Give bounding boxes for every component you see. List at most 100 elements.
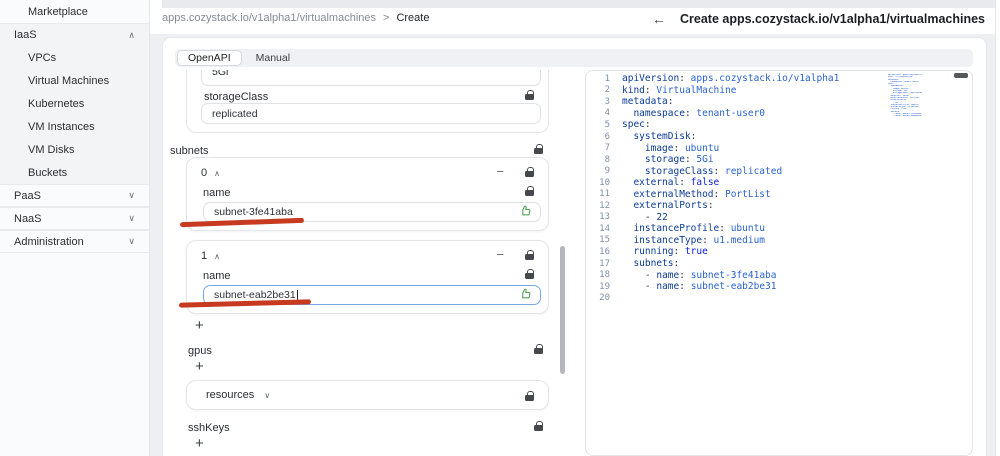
breadcrumb-current[interactable]: Create	[396, 12, 429, 24]
remove-item-button[interactable]: −	[496, 247, 504, 262]
sidebar-group-naas: NaaS∨	[0, 207, 149, 230]
code-line[interactable]: 8 storage: 5Gi	[586, 154, 972, 166]
lock-icon[interactable]	[525, 90, 534, 100]
storage-input[interactable]	[201, 70, 541, 86]
line-number: 20	[586, 293, 610, 303]
lock-icon[interactable]	[525, 269, 534, 279]
form-scrollbar[interactable]	[560, 70, 565, 456]
subnet-1-name-label: name	[203, 270, 231, 282]
code-line[interactable]: 16 running: true	[586, 246, 972, 258]
sidebar-group-iaas: IaaS∧VPCsVirtual MachinesKubernetesVM In…	[0, 23, 149, 184]
sidebar-section-paas[interactable]: PaaS ∨	[0, 184, 149, 207]
code-line[interactable]: 20	[586, 292, 972, 304]
line-number: 14	[586, 224, 610, 234]
code-text: spec:	[622, 119, 651, 130]
line-number: 4	[586, 108, 610, 118]
tab-openapi[interactable]: OpenAPI	[177, 50, 242, 66]
sidebar-item-kubernetes[interactable]: Kubernetes	[0, 92, 149, 115]
code-line[interactable]: 17 subnets:	[586, 258, 972, 270]
minimap-line: - name: subnet-eab2be31	[888, 115, 922, 117]
code-text: - name: subnet-eab2be31	[622, 281, 776, 292]
form-scrollbar-thumb[interactable]	[560, 246, 565, 374]
storage-class-label: storageClass	[204, 91, 268, 103]
editor-minimap[interactable]: apiVersion: apps.cozystack.io/v1alpha1ki…	[888, 74, 922, 120]
page-title: Create apps.cozystack.io/v1alpha1/virtua…	[680, 12, 985, 26]
code-line[interactable]: 10 external: false	[586, 177, 972, 189]
resources-card[interactable]: resources ∨	[186, 380, 549, 410]
resources-label[interactable]: resources ∨	[206, 389, 270, 401]
code-line[interactable]: 15 instanceType: u1.medium	[586, 235, 972, 247]
line-number: 9	[586, 166, 610, 176]
subnets-label: subnets	[170, 145, 209, 157]
app-window: MarketplaceIaaS∧VPCsVirtual MachinesKube…	[0, 0, 1000, 456]
chevron-up-icon: ∧	[128, 30, 135, 41]
sidebar-item-buckets[interactable]: Buckets	[0, 161, 149, 184]
lock-icon[interactable]	[534, 144, 543, 154]
lock-icon[interactable]	[525, 250, 534, 260]
breadcrumb-root[interactable]: apps.cozystack.io/v1alpha1/virtualmachin…	[162, 12, 376, 24]
code-text: metadata:	[622, 96, 674, 107]
collapse-icon[interactable]: ∧	[214, 252, 220, 261]
collapse-icon[interactable]: ∧	[214, 169, 220, 178]
code-text: namespace: tenant-user0	[622, 108, 765, 119]
sidebar-section-naas[interactable]: NaaS∨	[0, 207, 149, 230]
tab-strip: OpenAPI Manual	[175, 49, 973, 67]
sidebar-item-vm-instances[interactable]: VM Instances	[0, 115, 149, 138]
code-line[interactable]: 12 externalPorts:	[586, 200, 972, 212]
code-line[interactable]: 7 image: ubuntu	[586, 142, 972, 154]
line-number: 2	[586, 85, 610, 95]
code-text: apiVersion: apps.cozystack.io/v1alpha1	[622, 73, 839, 84]
gpus-label: gpus	[188, 345, 212, 357]
lock-icon[interactable]	[534, 421, 543, 431]
sidebar-item-vpcs[interactable]: VPCs	[0, 46, 149, 69]
chevron-down-icon[interactable]: ∨	[264, 391, 270, 400]
code-text: instanceProfile: ubuntu	[622, 223, 765, 234]
code-text: running: true	[622, 246, 708, 257]
yaml-editor[interactable]: 1apiVersion: apps.cozystack.io/v1alpha12…	[585, 70, 973, 456]
sidebar-item-marketplace[interactable]: Marketplace	[0, 0, 149, 23]
code-line[interactable]: 6 systemDisk:	[586, 131, 972, 143]
page-scrollbar[interactable]	[995, 0, 1000, 456]
sidebar-group-administration: Administration∨	[0, 230, 149, 253]
sidebar-item-virtual-machines[interactable]: Virtual Machines	[0, 69, 149, 92]
storage-class-input[interactable]	[201, 103, 541, 124]
form-panel: storageClass subnets 0∧ − name subnet-3f…	[168, 70, 560, 456]
code-line[interactable]: 14 instanceProfile: ubuntu	[586, 223, 972, 235]
minimap-line	[888, 118, 922, 120]
line-number: 17	[586, 259, 610, 269]
code-line[interactable]: 18 - name: subnet-3fe41aba	[586, 269, 972, 281]
remove-item-button[interactable]: −	[496, 164, 504, 179]
chevron-down-icon: ∨	[128, 213, 135, 224]
lock-icon[interactable]	[534, 344, 543, 354]
subnet-0-index[interactable]: 0∧	[201, 167, 220, 179]
sidebar-section-administration[interactable]: Administration∨	[0, 230, 149, 253]
code-line[interactable]: 5spec:	[586, 119, 972, 131]
subnet-1-index[interactable]: 1∧	[201, 250, 220, 262]
sidebar-section-label: PaaS	[14, 190, 41, 202]
line-number: 15	[586, 235, 610, 245]
line-number: 10	[586, 178, 610, 188]
thumbs-up-icon	[519, 204, 532, 220]
sidebar-item-vm-disks[interactable]: VM Disks	[0, 138, 149, 161]
tab-manual[interactable]: Manual	[246, 51, 300, 65]
sidebar-section-iaas[interactable]: IaaS∧	[0, 23, 149, 46]
code-line[interactable]: 11 externalMethod: PortList	[586, 188, 972, 200]
code-line[interactable]: 9 storageClass: replicated	[586, 165, 972, 177]
code-line[interactable]: 19 - name: subnet-eab2be31	[586, 281, 972, 293]
line-number: 3	[586, 97, 610, 107]
lock-icon[interactable]	[525, 186, 534, 196]
line-number: 13	[586, 212, 610, 222]
chevron-down-icon: ∨	[128, 190, 135, 201]
lock-icon[interactable]	[525, 167, 534, 177]
back-arrow-icon[interactable]: ←	[652, 11, 666, 27]
add-subnet-button[interactable]: +	[195, 317, 204, 334]
lock-icon[interactable]	[525, 391, 534, 401]
code-text: instanceType: u1.medium	[622, 235, 765, 246]
code-line[interactable]: 13 - 22	[586, 212, 972, 224]
top-strip	[162, 0, 1000, 8]
code-text: - name: subnet-3fe41aba	[622, 270, 776, 281]
add-gpu-button[interactable]: +	[195, 358, 204, 375]
add-sshkey-button[interactable]: +	[195, 435, 204, 452]
editor-scrollbar-thumb[interactable]	[954, 73, 968, 78]
code-text: - 22	[622, 212, 668, 223]
